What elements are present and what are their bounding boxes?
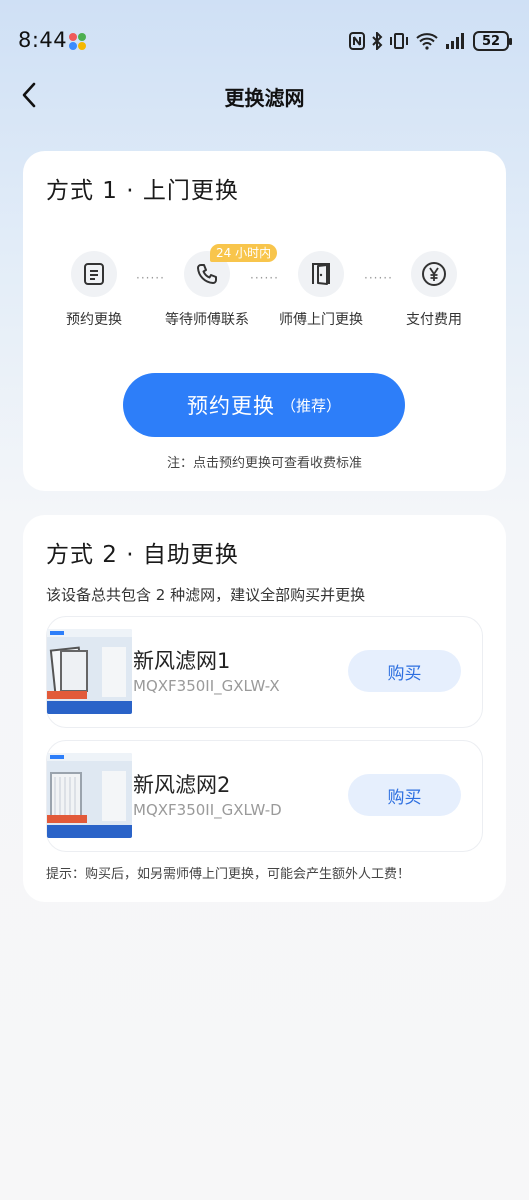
filter-product-image <box>47 753 132 838</box>
product-card[interactable]: 新风滤网1 MQXF350II_GXLW-X 购买 <box>46 616 483 728</box>
step-pay: 支付费用 <box>379 251 489 329</box>
yen-icon <box>422 262 446 286</box>
filter-count-description: 该设备总共包含 2 种滤网，建议全部购买并更换 <box>46 586 366 604</box>
process-steps: 预约更换 ······ 等待师傅联系 ······ 师傅上门更换 ······ … <box>23 251 506 331</box>
nfc-icon <box>349 32 365 50</box>
within-24h-badge: 24 小时内 <box>210 244 278 262</box>
step-label: 等待师傅联系 <box>165 312 249 328</box>
method1-title: 方式 1 · 上门更换 <box>46 178 239 204</box>
step-circle <box>411 251 457 297</box>
bluetooth-icon <box>372 32 383 50</box>
step-label: 师傅上门更换 <box>279 312 363 328</box>
buy-button[interactable]: 购买 <box>348 774 461 816</box>
product-image <box>47 753 132 838</box>
product-model: MQXF350II_GXLW-X <box>133 677 280 695</box>
product-card[interactable]: 新风滤网2 MQXF350II_GXLW-D 购买 <box>46 740 483 852</box>
product-name: 新风滤网1 <box>133 649 231 673</box>
step-visit: 师傅上门更换 <box>266 251 376 329</box>
status-bar: 8:44 52 <box>0 0 529 80</box>
signal-icon <box>446 33 464 49</box>
wifi-icon <box>416 33 438 50</box>
filter-product-image <box>47 629 132 714</box>
app-notification-icon <box>69 33 87 51</box>
step-circle <box>298 251 344 297</box>
method2-title: 方式 2 · 自助更换 <box>46 542 239 568</box>
method1-card: 方式 1 · 上门更换 预约更换 ······ 等待师傅联系 ······ 师傅… <box>23 151 506 491</box>
door-icon <box>312 263 330 285</box>
book-replacement-button[interactable]: 预约更换 （推荐） <box>123 373 405 437</box>
buy-button[interactable]: 购买 <box>348 650 461 692</box>
step-label: 预约更换 <box>66 312 122 328</box>
product-model: MQXF350II_GXLW-D <box>133 801 282 819</box>
book-button-label: 预约更换 <box>186 394 275 418</box>
battery-indicator: 52 <box>473 31 512 51</box>
step-wait: 等待师傅联系 <box>152 251 262 329</box>
fee-note: 注：点击预约更换可查看收费标准 <box>166 456 362 471</box>
step-label: 支付费用 <box>406 312 462 328</box>
recommended-label: （推荐） <box>280 396 341 415</box>
status-time: 8:44 <box>18 28 68 52</box>
vibrate-icon <box>390 33 408 49</box>
extra-fee-tip: 提示：购买后，如另需师傅上门更换，可能会产生额外人工费！ <box>46 867 411 882</box>
product-name: 新风滤网2 <box>133 773 231 797</box>
status-icons: 52 <box>349 30 512 52</box>
method2-card: 方式 2 · 自助更换 该设备总共包含 2 种滤网，建议全部购买并更换 新风滤网… <box>23 515 506 902</box>
document-icon <box>84 263 104 285</box>
page-title: 更换滤网 <box>224 86 305 110</box>
phone-icon <box>197 264 217 284</box>
product-image <box>47 629 132 714</box>
step-book: 预约更换 <box>39 251 149 329</box>
step-circle <box>71 251 117 297</box>
